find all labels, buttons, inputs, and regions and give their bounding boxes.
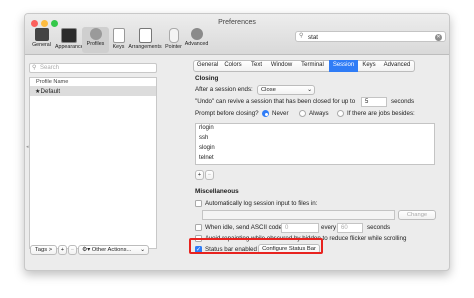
search-icon: ⚲ [32, 65, 37, 71]
profile-search-input[interactable]: ⚲ Search [29, 63, 157, 73]
profiles-icon [89, 28, 102, 40]
remove-job-button[interactable]: − [205, 170, 214, 180]
undo-seconds-field[interactable]: 5 [361, 97, 387, 107]
log-directory-field[interactable] [202, 210, 395, 220]
radio-always[interactable] [299, 110, 306, 117]
closing-section-title: Closing [195, 75, 219, 82]
other-actions-label: Other Actions... [91, 247, 132, 253]
every-label: every [321, 224, 337, 231]
add-job-button[interactable]: + [195, 170, 204, 180]
tab-terminal[interactable]: Terminal [296, 60, 330, 72]
splitter-handle[interactable]: ◂ [26, 144, 29, 150]
status-bar-highlight-box [189, 238, 323, 254]
list-item[interactable]: telnet [199, 155, 214, 161]
radio-never[interactable] [262, 110, 269, 117]
toolbar-general[interactable]: General [28, 27, 55, 53]
search-icon: ⚲ [299, 33, 304, 39]
tab-window[interactable]: Window [267, 60, 297, 72]
profile-name-column-header[interactable]: Profile Name [30, 78, 156, 87]
list-item[interactable]: ssh [199, 135, 208, 141]
preferences-window: Preferences General Appearance Profiles … [24, 13, 450, 271]
toolbar-arrangements[interactable]: Arrangements [128, 27, 162, 53]
idle-send-label: When idle, send ASCII code [205, 224, 283, 231]
tab-keys[interactable]: Keys [358, 60, 381, 72]
toolbar-appearance[interactable]: Appearance [55, 27, 84, 53]
profile-row-default[interactable]: ★Default [30, 87, 156, 96]
tab-general[interactable]: General [193, 60, 222, 72]
profile-search-placeholder: Search [40, 65, 60, 71]
arrangements-icon [138, 28, 152, 43]
clear-search-icon[interactable]: ✕ [435, 33, 442, 41]
undo-seconds-label: seconds [391, 98, 415, 105]
after-session-label: After a session ends: [195, 86, 253, 93]
add-profile-button[interactable]: + [58, 245, 67, 255]
profile-list: Profile Name ★Default [29, 77, 157, 249]
misc-section-title: Miscellaneous [195, 188, 239, 195]
radio-never-label: Never [272, 110, 289, 117]
search-value: stat [308, 33, 318, 41]
toolbar: Preferences General Appearance Profiles … [25, 14, 449, 55]
change-button[interactable]: Change [398, 210, 436, 220]
gear-icon: ⚙▾ [82, 247, 91, 253]
undo-label: "Undo" can revive a session that has bee… [195, 98, 356, 105]
after-session-select[interactable]: Close ⌄ [257, 85, 315, 95]
window-title: Preferences [218, 19, 256, 26]
auto-log-checkbox[interactable] [195, 200, 202, 207]
general-icon [34, 28, 49, 41]
appearance-icon [60, 28, 77, 43]
radio-jobs-besides[interactable] [337, 110, 344, 117]
tab-session[interactable]: Session [329, 60, 359, 72]
jobs-list: rlogin ssh slogin telnet [195, 123, 435, 165]
tab-text[interactable]: Text [246, 60, 268, 72]
prompt-before-closing-label: Prompt before closing? [195, 110, 259, 117]
preferences-search-field[interactable]: ⚲ stat ✕ [295, 31, 446, 42]
idle-send-checkbox[interactable] [195, 224, 202, 231]
keys-icon [112, 28, 125, 43]
idle-interval-field[interactable]: 60 [337, 223, 363, 233]
tags-button[interactable]: Tags > [30, 245, 57, 255]
tab-advanced[interactable]: Advanced [380, 60, 415, 72]
other-actions-menu[interactable]: ⚙▾ Other Actions... ⌄ [78, 245, 149, 255]
toolbar-advanced[interactable]: Advanced [183, 27, 210, 53]
radio-jobs-besides-label: If there are jobs besides: [347, 110, 415, 117]
seconds-label: seconds [367, 224, 391, 231]
radio-always-label: Always [309, 110, 329, 117]
after-session-value: Close [261, 87, 276, 93]
list-item[interactable]: slogin [199, 145, 215, 151]
remove-profile-button[interactable]: − [68, 245, 77, 255]
auto-log-label: Automatically log session input to files… [205, 200, 318, 207]
idle-code-field[interactable]: 0 [281, 223, 319, 233]
chevron-down-icon: ⌄ [307, 87, 312, 93]
pointer-icon [168, 28, 179, 43]
tab-colors[interactable]: Colors [220, 60, 247, 72]
chevron-down-icon: ⌄ [140, 247, 145, 253]
advanced-icon [190, 28, 203, 40]
list-item[interactable]: rlogin [199, 125, 214, 131]
